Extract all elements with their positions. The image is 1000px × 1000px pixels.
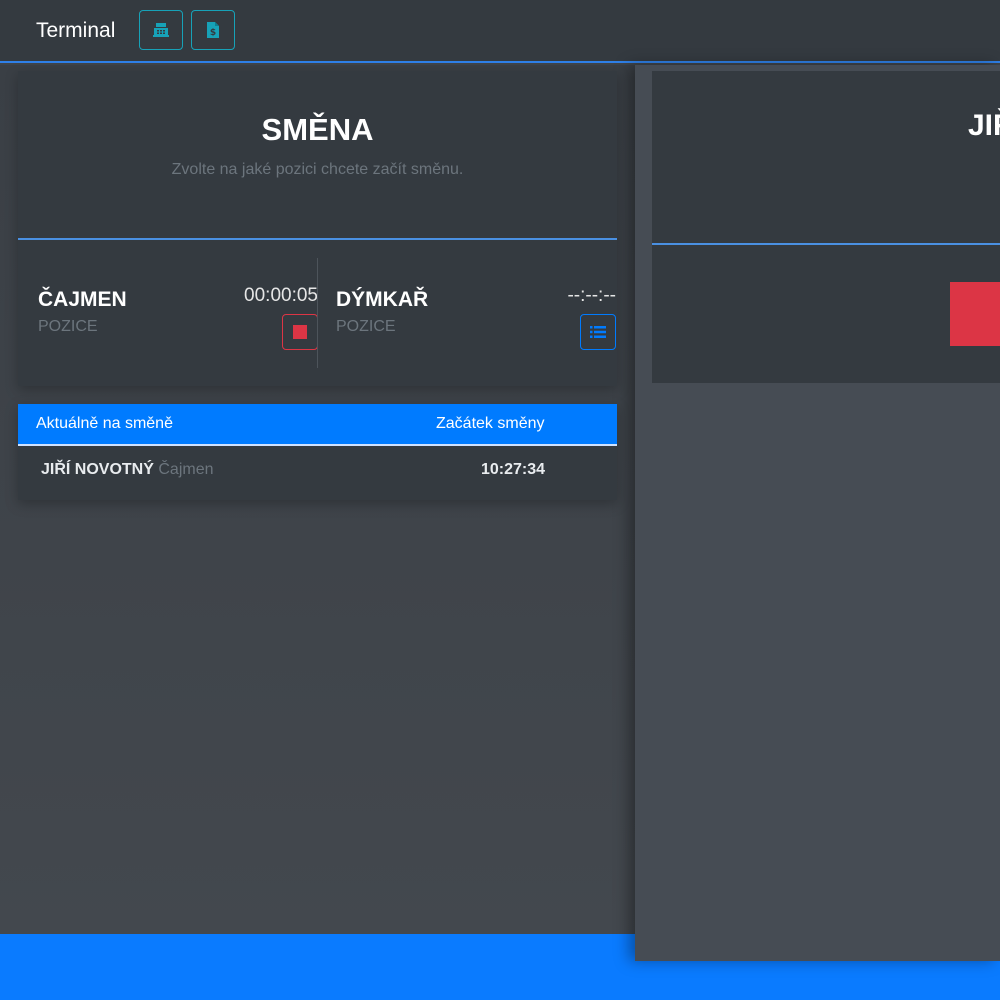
cash-register-icon <box>153 23 169 37</box>
column-header-on-shift: Aktuálně na směně <box>36 415 173 432</box>
employee-name: JIŘÍ NOVOTNÝ <box>41 461 154 478</box>
invoice-icon: $ <box>207 22 219 38</box>
brand-title[interactable]: Terminal <box>36 19 115 43</box>
shift-title: SMĚNA <box>261 112 374 147</box>
svg-text:$: $ <box>210 28 216 38</box>
start-shift-button[interactable] <box>580 314 616 350</box>
position-timer: --:--:-- <box>567 285 616 306</box>
stop-icon <box>293 325 307 339</box>
table-row[interactable]: JIŘÍ NOVOTNÝ Čajmen 10:27:34 <box>18 446 617 500</box>
shift-subtitle: Zvolte na jaké pozici chcete začít směnu… <box>171 161 464 178</box>
employee-panel: JIŘ <box>635 65 1000 961</box>
employee-name-title: JIŘ <box>968 109 1000 142</box>
employee-cell: JIŘÍ NOVOTNÝ Čajmen <box>41 461 214 479</box>
position-list: ČAJMEN POZICE 00:00:05 DÝMKAŘ POZICE --:… <box>18 240 617 386</box>
position-timer: 00:00:05 <box>244 285 318 306</box>
shift-start-time: 10:27:34 <box>481 461 546 478</box>
position-divider <box>317 258 318 368</box>
shift-card: SMĚNA Zvolte na jaké pozici chcete začít… <box>18 71 617 386</box>
employee-card-header: JIŘ <box>652 71 1000 245</box>
employee-position: Čajmen <box>158 461 214 478</box>
shift-card-header: SMĚNA Zvolte na jaké pozici chcete začít… <box>18 71 617 240</box>
top-navbar: Terminal $ <box>0 0 1000 63</box>
on-shift-table: Aktuálně na směně Začátek směny JIŘÍ NOV… <box>18 404 617 500</box>
column-header-shift-start: Začátek směny <box>436 415 545 432</box>
invoice-button[interactable]: $ <box>191 10 235 50</box>
position-label: POZICE <box>38 318 98 335</box>
cash-register-button[interactable] <box>139 10 183 50</box>
position-cajmen: ČAJMEN POZICE 00:00:05 <box>38 240 318 386</box>
stop-shift-button[interactable] <box>282 314 318 350</box>
position-label: POZICE <box>336 318 396 335</box>
end-shift-button[interactable] <box>950 282 1000 346</box>
position-name: DÝMKAŘ <box>336 288 429 311</box>
position-dymkar: DÝMKAŘ POZICE --:--:-- <box>336 240 616 386</box>
employee-card: JIŘ <box>652 71 1000 383</box>
position-name: ČAJMEN <box>38 288 127 311</box>
table-header: Aktuálně na směně Začátek směny <box>18 404 617 446</box>
list-icon <box>590 326 606 338</box>
